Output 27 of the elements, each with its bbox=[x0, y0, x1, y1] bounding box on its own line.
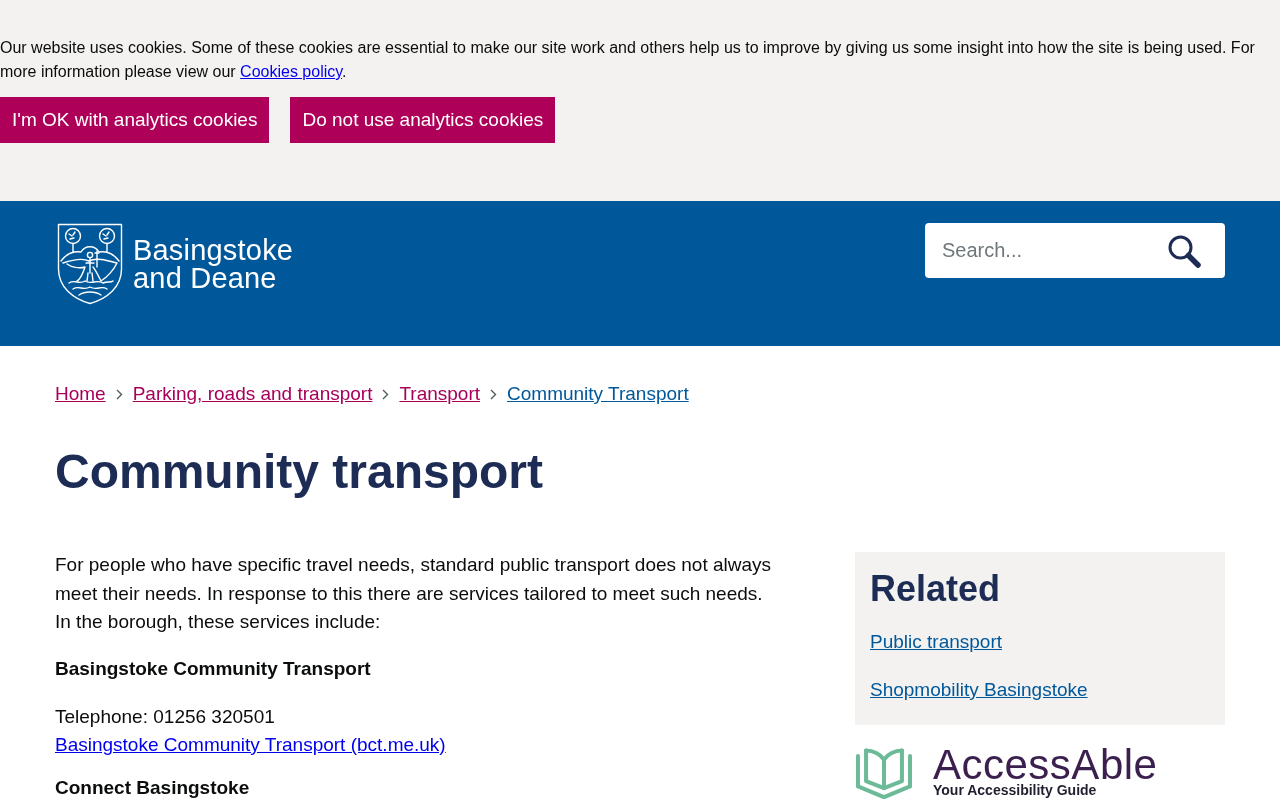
page-title: Community transport bbox=[55, 444, 544, 500]
partner-tagline: Your Accessibility Guide bbox=[933, 783, 1098, 798]
related-heading: Related bbox=[870, 567, 1001, 610]
chevron-right-icon bbox=[382, 388, 390, 400]
reject-cookies-button[interactable]: Do not use analytics cookies bbox=[290, 97, 556, 143]
search-field[interactable]: Search... bbox=[925, 223, 1150, 278]
accept-cookies-button[interactable]: I'm OK with analytics cookies bbox=[0, 97, 270, 143]
section-heading: Basingstoke Community Transport bbox=[55, 656, 372, 681]
breadcrumb-link[interactable]: Transport bbox=[399, 382, 481, 406]
search-button[interactable] bbox=[1150, 223, 1225, 278]
site-name[interactable]: Basingstoke and Deane bbox=[133, 235, 294, 292]
search-icon bbox=[1166, 233, 1201, 268]
chevron-right-icon bbox=[115, 388, 123, 400]
cookie-message: Our website uses cookies. Some of these cookies are essential to make our site work and others help us to improve by giving us some insight into how the site is being used. For more information please view our Cookies policy. bbox=[0, 38, 1256, 82]
cookies-policy-link[interactable]: Cookies policy bbox=[240, 63, 343, 80]
related-link[interactable]: Shopmobility Basingstoke bbox=[870, 678, 1088, 702]
partner-logo-name[interactable]: AccessAble bbox=[933, 747, 1158, 783]
chevron-right-icon bbox=[490, 388, 498, 400]
open-book-icon bbox=[855, 747, 913, 799]
related-link[interactable]: Public transport bbox=[870, 630, 1002, 654]
breadcrumb-link[interactable]: Parking, roads and transport bbox=[132, 382, 373, 406]
breadcrumb-link[interactable]: Community Transport bbox=[507, 382, 689, 406]
body-text: For people who have specific travel needs, standard public transport does not always meet their needs. In response to this there are services tailored to meet such needs. In the borough, these services include: bbox=[55, 553, 773, 634]
website-link[interactable]: Basingstoke Community Transport (bct.me.uk) bbox=[55, 731, 446, 760]
breadcrumb-link[interactable]: Home bbox=[55, 382, 106, 406]
section-heading: Connect Basingstoke bbox=[55, 775, 251, 800]
telephone-text: Telephone: 01256 320501 bbox=[55, 704, 275, 729]
